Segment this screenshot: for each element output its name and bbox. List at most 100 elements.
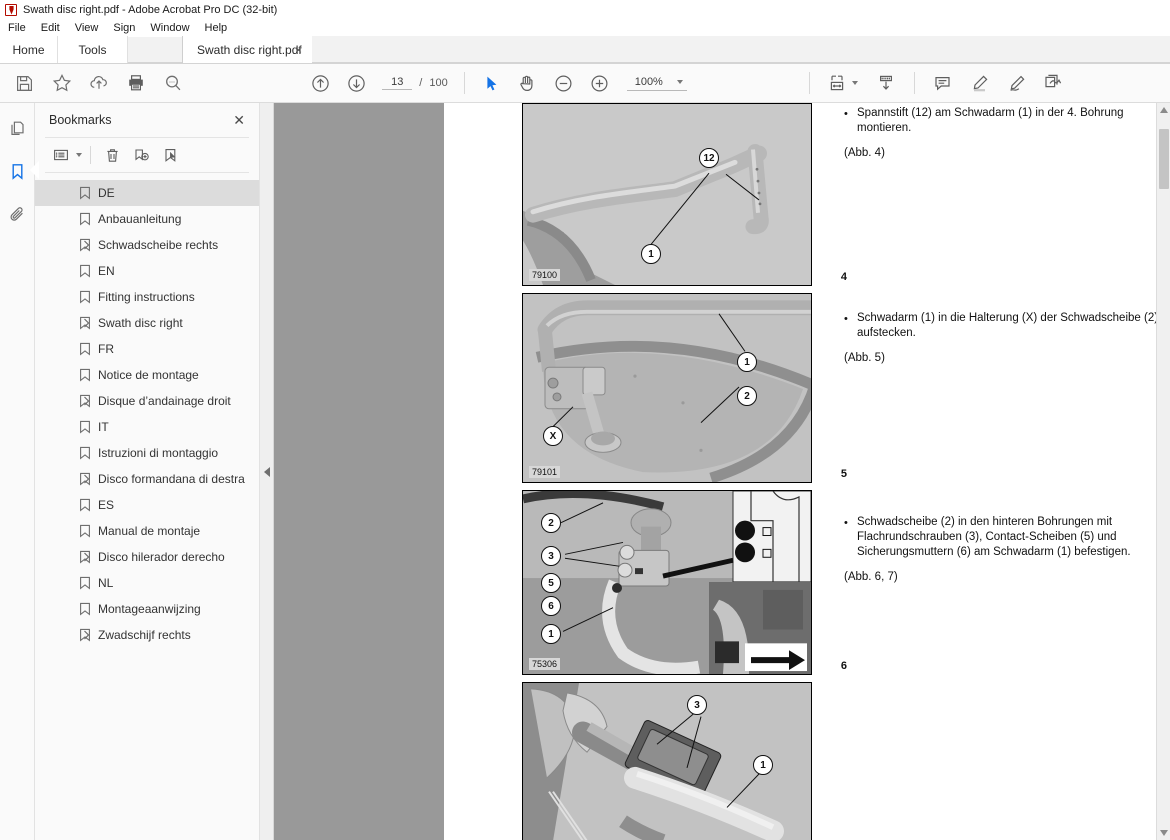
page-number-input[interactable] [382, 76, 413, 90]
print-icon[interactable] [119, 68, 152, 98]
menu-edit[interactable]: Edit [41, 22, 69, 34]
attachments-icon[interactable] [4, 201, 30, 227]
highlight-bookmark-icon[interactable] [157, 142, 184, 168]
figure-reference: (Abb. 5) [844, 352, 885, 364]
bookmarks-icon[interactable] [4, 158, 39, 184]
close-icon[interactable]: ✕ [233, 113, 245, 127]
bookmark-item[interactable]: Anbauanleitung [35, 206, 259, 232]
bookmark-item[interactable]: Notice de montage [35, 362, 259, 388]
figure-callout: 1 [737, 352, 757, 372]
bullet-glyph: • [844, 108, 848, 120]
bookmark-item[interactable]: Zwadschijf rechts [35, 622, 259, 648]
bookmark-item[interactable]: Disco formandana di destra [35, 466, 259, 492]
menu-sign[interactable]: Sign [113, 22, 144, 34]
zoom-level-dropdown[interactable]: 100% [626, 76, 687, 91]
figure-5: 1 2 X 79101 5 [522, 293, 847, 483]
zoom-out-icon[interactable] [547, 68, 580, 98]
document-viewport[interactable]: 12 1 79100 4 1 2 X 79101 5 2 3 5 6 1 753… [274, 103, 1170, 840]
chevron-right-icon[interactable] [81, 396, 91, 406]
bookmark-item[interactable]: DE [35, 180, 259, 206]
new-bookmark-icon[interactable] [128, 142, 155, 168]
figure-6: 2 3 5 6 1 75306 6 [522, 490, 847, 675]
bookmark-item[interactable]: Istruzioni di montaggio [35, 440, 259, 466]
hand-icon[interactable] [511, 68, 544, 98]
menu-file[interactable]: File [8, 22, 35, 34]
panel-collapse-handle[interactable] [260, 103, 274, 840]
figure-code: 79100 [529, 269, 561, 281]
figure-7: 3 1 [522, 682, 812, 840]
bookmark-item[interactable]: Fitting instructions [35, 284, 259, 310]
delete-bookmark-icon[interactable] [99, 142, 126, 168]
fit-page-icon[interactable] [821, 68, 854, 98]
fit-page-chevron-icon[interactable] [851, 81, 858, 85]
bookmark-icon [79, 212, 91, 226]
bookmark-icon [79, 576, 91, 590]
bookmark-label: Anbauanleitung [98, 212, 182, 226]
instruction-block-1: • Spannstift (12) am Schwadarm (1) in de… [844, 106, 1164, 159]
bookmark-item[interactable]: Manual de montaje [35, 518, 259, 544]
bookmark-item[interactable]: Montageaanwijzing [35, 596, 259, 622]
save-icon[interactable] [8, 68, 41, 98]
highlight-icon[interactable] [963, 68, 996, 98]
comment-icon[interactable] [926, 68, 959, 98]
bookmark-label: Swath disc right [98, 316, 183, 330]
options-chevron-icon[interactable] [76, 153, 82, 157]
bookmark-item[interactable]: Disco hilerador derecho [35, 544, 259, 570]
bookmarks-list[interactable]: DE Anbauanleitung Schwadscheibe rechts EN Fi… [35, 173, 259, 840]
bookmark-item[interactable]: Swath disc right [35, 310, 259, 336]
bookmark-item[interactable]: EN [35, 258, 259, 284]
bookmark-item[interactable]: ES [35, 492, 259, 518]
instruction-text: Spannstift (12) am Schwadarm (1) in der … [857, 107, 1124, 134]
menu-window[interactable]: Window [150, 22, 198, 34]
arrow-up-circle-icon[interactable] [304, 68, 337, 98]
tab-home[interactable]: Home [0, 36, 58, 63]
cursor-arrow-icon[interactable] [475, 68, 508, 98]
bookmark-icon [79, 342, 91, 356]
app-body: Bookmarks ✕ DE Anbauanleitung Schwadsche… [0, 103, 1170, 840]
search-icon[interactable] [156, 68, 189, 98]
bookmark-item[interactable]: NL [35, 570, 259, 596]
bookmark-icon [79, 524, 91, 538]
sign-icon[interactable] [1037, 68, 1070, 98]
figure-reference: (Abb. 6, 7) [844, 571, 898, 583]
bookmark-label: Istruzioni di montaggio [98, 446, 219, 460]
arrow-down-circle-icon[interactable] [340, 68, 373, 98]
scroll-mode-icon[interactable] [870, 68, 903, 98]
tab-tools[interactable]: Tools [58, 36, 128, 63]
figure-callout: 2 [541, 513, 561, 533]
chevron-right-icon[interactable] [81, 474, 91, 484]
toolbar-divider-2 [808, 72, 810, 94]
bookmark-item[interactable]: Schwadscheibe rechts [35, 232, 259, 258]
figure-4: 12 1 79100 4 [522, 103, 847, 286]
instruction-bullet-row: • Schwadscheibe (2) in den hinteren Bohr… [844, 515, 1164, 560]
chevron-right-icon[interactable] [81, 318, 91, 328]
tab-document[interactable]: Swath disc right.pdf × [182, 36, 312, 63]
bookmark-label: Zwadschijf rechts [98, 628, 191, 642]
chevron-right-icon[interactable] [81, 240, 91, 250]
scroll-up-icon[interactable] [1157, 103, 1170, 117]
figure-callout: 1 [541, 624, 561, 644]
instruction-block-3: • Schwadscheibe (2) in den hinteren Bohr… [844, 515, 1164, 583]
menu-view[interactable]: View [75, 22, 108, 34]
toolbar-divider-1 [463, 72, 465, 94]
options-list-icon[interactable] [47, 142, 74, 168]
menu-help[interactable]: Help [205, 22, 237, 34]
figure-callout: 6 [541, 596, 561, 616]
vertical-scrollbar[interactable] [1156, 103, 1170, 840]
scrollbar-thumb[interactable] [1159, 129, 1169, 189]
draw-icon[interactable] [1000, 68, 1033, 98]
bookmark-item[interactable]: Disque d’andainage droit [35, 388, 259, 414]
chevron-right-icon[interactable] [81, 552, 91, 562]
instruction-block-2: • Schwadarm (1) in die Halterung (X) der… [844, 311, 1164, 364]
page-thumbnails-icon[interactable] [4, 115, 30, 141]
page-navigation: / 100 [382, 76, 448, 90]
chevron-right-icon[interactable] [81, 630, 91, 640]
bookmark-item[interactable]: IT [35, 414, 259, 440]
bookmark-item[interactable]: FR [35, 336, 259, 362]
zoom-in-icon[interactable] [583, 68, 616, 98]
upload-cloud-icon[interactable] [82, 68, 115, 98]
figure-code: 79101 [529, 466, 561, 478]
close-icon[interactable]: × [295, 44, 302, 56]
scroll-down-icon[interactable] [1157, 826, 1170, 840]
star-icon[interactable] [45, 68, 78, 98]
